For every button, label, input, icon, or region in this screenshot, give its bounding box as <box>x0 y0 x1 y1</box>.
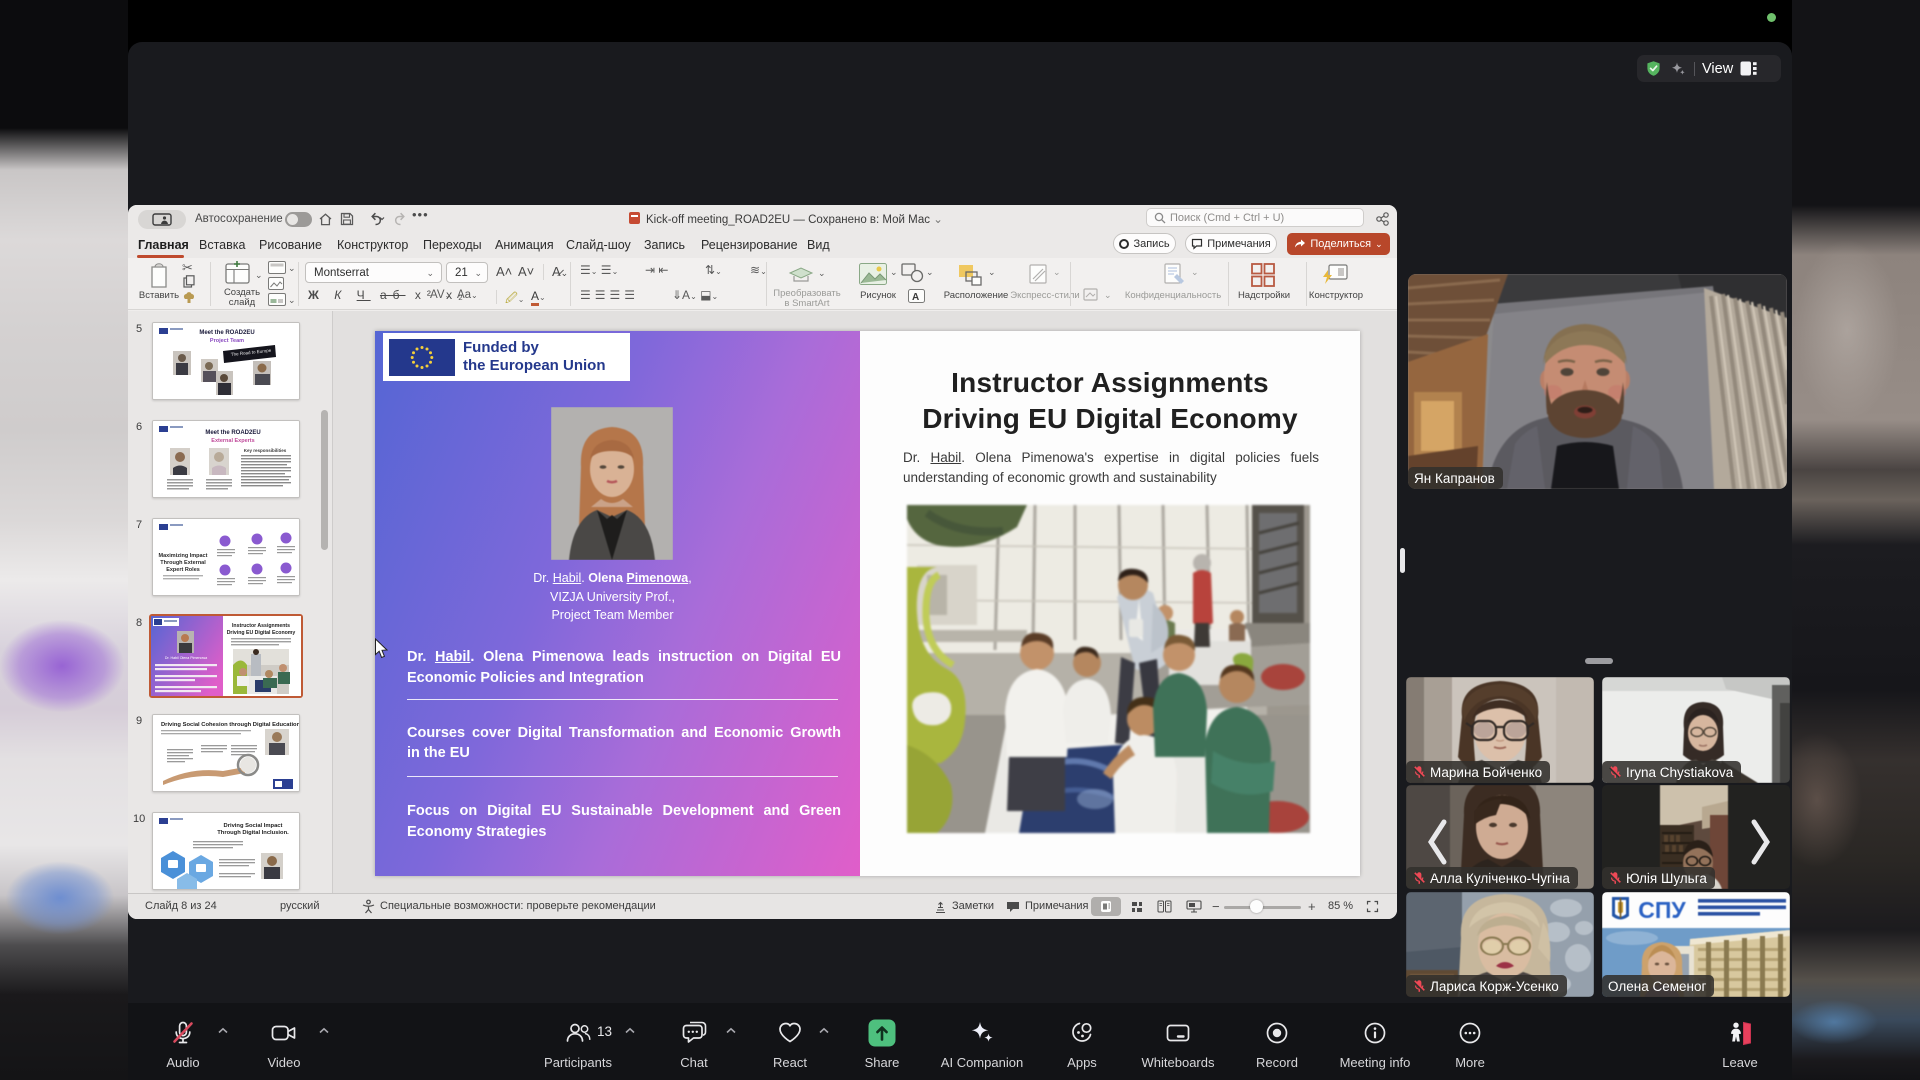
svg-text:A: A <box>912 292 919 303</box>
svg-text:Dr. Habil Olena Pimenowa: Dr. Habil Olena Pimenowa <box>165 656 207 660</box>
svg-text:Driving Social Cohesion throug: Driving Social Cohesion through Digital … <box>161 722 300 728</box>
svg-text:СПУ: СПУ <box>1638 897 1686 923</box>
svg-text:External Experts: External Experts <box>211 438 254 444</box>
svg-text:Instructor Assignments: Instructor Assignments <box>232 623 290 629</box>
svg-text:Meet the ROAD2EU: Meet the ROAD2EU <box>199 330 254 336</box>
svg-text:Meet the ROAD2EU: Meet the ROAD2EU <box>205 430 260 436</box>
svg-text:Driving Social Impact: Driving Social Impact <box>224 823 283 829</box>
svg-text:Project Team: Project Team <box>210 338 244 344</box>
svg-text:Expert Roles: Expert Roles <box>166 567 200 573</box>
svg-text:Key responsibilities: Key responsibilities <box>244 448 287 453</box>
svg-text:Driving EU Digital Economy: Driving EU Digital Economy <box>227 630 296 636</box>
svg-text:Through External: Through External <box>160 560 206 566</box>
svg-text:Maximizing Impact: Maximizing Impact <box>159 553 208 559</box>
svg-text:Through Digital Inclusion.: Through Digital Inclusion. <box>217 830 289 836</box>
